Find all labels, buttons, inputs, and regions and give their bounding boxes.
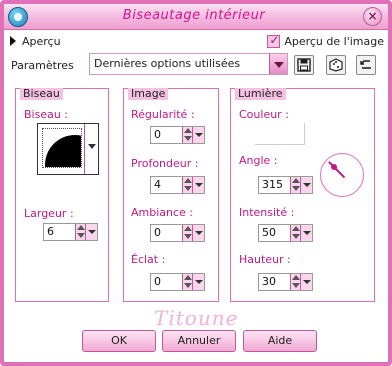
regularity-value[interactable]: 0 <box>154 128 181 141</box>
dial-center <box>331 164 337 170</box>
cancel-button[interactable]: Annuler <box>162 330 236 352</box>
stepper-arrows-icon[interactable] <box>75 224 85 240</box>
chevron-down-icon[interactable] <box>192 225 204 241</box>
light-group-title: Lumière <box>235 88 286 100</box>
chevron-down-icon[interactable] <box>269 54 287 74</box>
width-label: Largeur : <box>24 207 74 220</box>
preview-toggle[interactable]: Aperçu <box>10 33 61 49</box>
reset-button[interactable] <box>356 55 376 75</box>
intensity-label: Intensité : <box>239 206 295 219</box>
chevron-down-icon[interactable] <box>84 124 98 174</box>
regularity-label: Régularité : <box>131 108 195 121</box>
angle-spinner[interactable]: 315 <box>258 176 313 194</box>
stepper-arrows-icon[interactable] <box>290 274 300 290</box>
params-label: Paramètres <box>11 59 74 72</box>
close-button[interactable]: × <box>363 7 382 26</box>
angle-dial[interactable] <box>320 153 364 197</box>
chevron-down-icon[interactable] <box>192 274 204 290</box>
bevel-shape-preview <box>42 128 82 168</box>
image-group: Image Régularité : 0 Profondeur : 4 Ambi… <box>123 88 219 302</box>
ok-button[interactable]: OK <box>82 330 156 352</box>
intensity-spinner[interactable]: 50 <box>258 224 313 242</box>
ambiance-spinner[interactable]: 0 <box>150 224 205 242</box>
regularity-spinner[interactable]: 0 <box>150 126 205 144</box>
depth-spinner[interactable]: 4 <box>150 176 205 194</box>
chevron-down-icon[interactable] <box>192 177 204 193</box>
light-color-swatch[interactable] <box>255 123 305 145</box>
chevron-down-icon[interactable] <box>300 225 312 241</box>
shine-value[interactable]: 0 <box>154 275 181 288</box>
chevron-down-icon[interactable] <box>300 177 312 193</box>
random-button[interactable] <box>326 55 346 75</box>
width-value[interactable]: 6 <box>47 225 74 238</box>
shine-spinner[interactable]: 0 <box>150 273 205 291</box>
save-preset-button[interactable] <box>294 55 314 75</box>
stepper-arrows-icon[interactable] <box>290 177 300 193</box>
stepper-arrows-icon[interactable] <box>290 225 300 241</box>
bevel-group-title: Biseau <box>20 88 63 100</box>
bevel-group: Biseau Biseau : Largeur : 6 <box>15 88 109 302</box>
intensity-value[interactable]: 50 <box>262 226 289 239</box>
app-icon <box>8 7 28 27</box>
image-preview-checkbox[interactable] <box>267 33 281 48</box>
height-value[interactable]: 30 <box>262 275 289 288</box>
watermark-signature: Titoune <box>154 306 239 330</box>
depth-label: Profondeur : <box>131 157 199 170</box>
window-title: Biseautage intérieur <box>122 8 266 23</box>
color-label: Couleur : <box>239 108 289 121</box>
preset-value: Dernières options utilisées <box>94 57 241 70</box>
preview-toggle-label: Aperçu <box>22 34 61 48</box>
ambiance-label: Ambiance : <box>131 206 194 219</box>
width-spinner[interactable]: 6 <box>43 223 98 241</box>
height-spinner[interactable]: 30 <box>258 273 313 291</box>
angle-value[interactable]: 315 <box>262 178 289 191</box>
stepper-arrows-icon[interactable] <box>182 274 192 290</box>
light-group: Lumière Couleur : Angle : 315 Intensité … <box>230 88 375 302</box>
depth-value[interactable]: 4 <box>154 178 181 191</box>
stepper-arrows-icon[interactable] <box>182 127 192 143</box>
chevron-down-icon[interactable] <box>85 224 97 240</box>
chevron-down-icon[interactable] <box>300 274 312 290</box>
angle-needle-icon <box>328 161 346 179</box>
chevron-down-icon[interactable] <box>192 127 204 143</box>
bevel-shape-picker[interactable] <box>37 123 99 175</box>
image-preview-option[interactable]: Aperçu de l'image <box>267 33 384 49</box>
shine-label: Éclat : <box>131 253 166 266</box>
title-bar: Biseautage intérieur × <box>4 4 388 30</box>
angle-label: Angle : <box>239 154 278 167</box>
help-button[interactable]: Aide <box>243 330 317 352</box>
bevel-label: Biseau : <box>24 108 69 121</box>
height-label: Hauteur : <box>239 253 291 266</box>
image-group-title: Image <box>128 88 169 100</box>
image-preview-label: Aperçu de l'image <box>284 34 384 48</box>
stepper-arrows-icon[interactable] <box>182 225 192 241</box>
stepper-arrows-icon[interactable] <box>182 177 192 193</box>
expand-triangle-icon <box>10 36 16 46</box>
ambiance-value[interactable]: 0 <box>154 226 181 239</box>
preset-select[interactable]: Dernières options utilisées <box>89 53 288 75</box>
